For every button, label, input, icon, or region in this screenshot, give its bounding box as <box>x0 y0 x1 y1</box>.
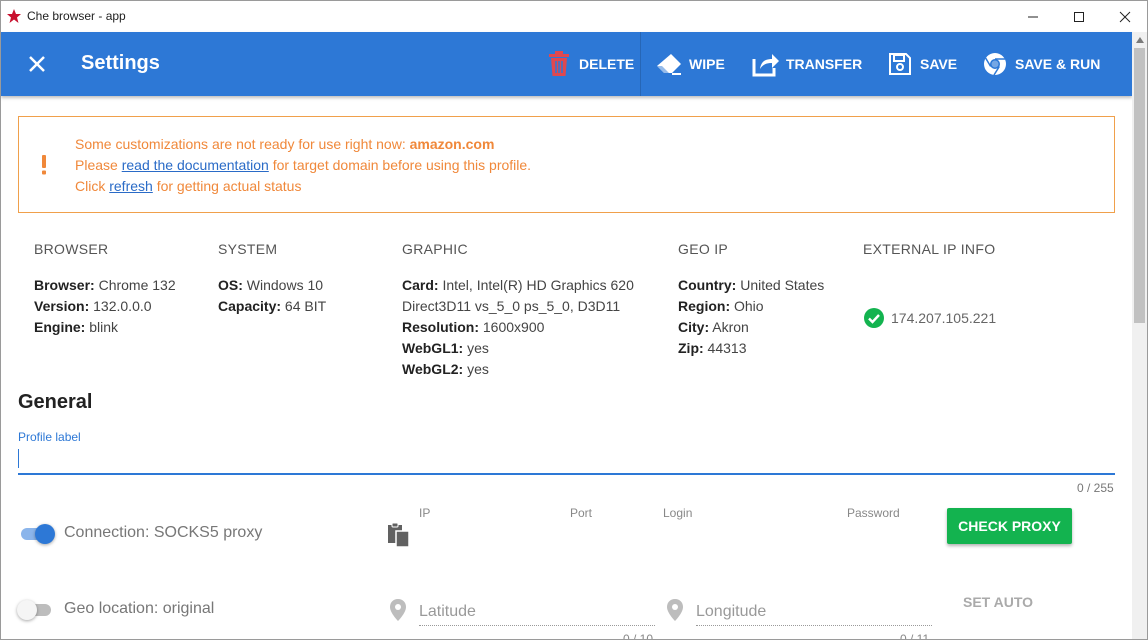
app-window: Che browser - app Settings DELETE WIPE T… <box>0 0 1148 640</box>
transfer-label: TRANSFER <box>786 56 863 72</box>
share-icon <box>752 50 780 78</box>
toggle-knob <box>35 524 55 544</box>
close-icon <box>29 56 45 72</box>
header-divider <box>640 32 641 96</box>
maximize-button[interactable] <box>1056 1 1102 32</box>
system-heading: SYSTEM <box>218 241 278 257</box>
window-close-button[interactable] <box>1102 1 1147 32</box>
info-row: OS: Windows 10 <box>218 277 324 293</box>
save-and-run-label: SAVE & RUN <box>1015 56 1101 72</box>
info-row: Card: Intel, Intel(R) HD Graphics 620 <box>402 277 634 293</box>
trash-icon <box>545 50 573 78</box>
documentation-link[interactable]: read the documentation <box>122 157 269 173</box>
graphic-heading: GRAPHIC <box>402 241 468 257</box>
info-row: City: Akron <box>678 319 749 335</box>
warning-domain: amazon.com <box>409 136 495 152</box>
proxy-port-label: Port <box>570 506 593 520</box>
longitude-counter: 0 / 11 <box>900 632 930 640</box>
browser-heading: BROWSER <box>34 241 109 257</box>
settings-header: Settings DELETE WIPE TRANSFER SAVE SAVE … <box>1 32 1132 96</box>
save-button[interactable]: SAVE <box>886 32 957 96</box>
chevron-up-icon <box>1135 36 1144 43</box>
text-cursor <box>18 449 19 468</box>
info-row: Capacity: 64 BIT <box>218 298 327 314</box>
save-label: SAVE <box>920 56 958 72</box>
transfer-button[interactable]: TRANSFER <box>752 32 862 96</box>
section-title-general: General <box>18 391 93 413</box>
info-row: WebGL1: yes <box>402 340 489 356</box>
proxy-password-label: Password <box>847 506 900 520</box>
eraser-icon <box>655 50 683 78</box>
title-bar: Che browser - app <box>1 1 1147 32</box>
location-pin-icon <box>390 599 406 621</box>
longitude-input[interactable] <box>696 599 932 626</box>
wipe-label: WIPE <box>689 56 725 72</box>
info-row: Zip: 44313 <box>678 340 747 356</box>
warning-line-3: Click refresh for getting actual status <box>75 178 302 194</box>
page-title: Settings <box>81 52 160 74</box>
delete-label: DELETE <box>579 56 635 72</box>
latitude-counter: 0 / 10 <box>623 632 654 640</box>
clipboard-paste-icon[interactable] <box>387 522 411 548</box>
profile-label-input[interactable] <box>18 445 1115 475</box>
check-circle-icon <box>864 308 884 328</box>
maximize-icon <box>1074 11 1084 22</box>
star-icon <box>7 9 21 23</box>
warning-line-1: Some customizations are not ready for us… <box>75 136 495 152</box>
info-row: Direct3D11 vs_5_0 ps_5_0, D3D11 <box>402 298 621 314</box>
info-row: Browser: Chrome 132 <box>34 277 176 293</box>
floppy-icon <box>886 50 914 78</box>
wipe-button[interactable]: WIPE <box>655 32 725 96</box>
external-ip: 174.207.105.221 <box>863 307 996 329</box>
info-row: Engine: blink <box>34 319 119 335</box>
toggle-knob <box>17 600 37 620</box>
info-row: Region: Ohio <box>678 298 764 314</box>
latitude-input[interactable] <box>419 599 655 626</box>
settings-close-button[interactable] <box>25 52 49 76</box>
geo-location-label: Geo location: original <box>64 600 215 617</box>
window-title: Che browser - app <box>27 9 126 23</box>
scroll-up-button[interactable] <box>1132 32 1147 47</box>
proxy-ip-label: IP <box>419 506 431 520</box>
close-icon <box>1119 11 1131 22</box>
graphic-info: GRAPHIC Card: Intel, Intel(R) HD Graphic… <box>402 241 634 380</box>
info-row: Country: United States <box>678 277 825 293</box>
delete-button[interactable]: DELETE <box>545 32 634 96</box>
exclamation-icon <box>42 155 46 175</box>
info-row: Resolution: 1600x900 <box>402 319 545 335</box>
vertical-scrollbar[interactable] <box>1132 32 1147 639</box>
connection-label: Connection: SOCKS5 proxy <box>64 524 263 541</box>
external-ip-heading: EXTERNAL IP INFO <box>863 241 996 257</box>
set-auto-button[interactable]: SET AUTO <box>963 594 1033 610</box>
connection-toggle[interactable] <box>19 523 55 544</box>
customization-warning: Some customizations are not ready for us… <box>18 116 1115 213</box>
geo-location-toggle[interactable] <box>17 599 53 620</box>
location-pin-icon <box>667 599 683 621</box>
save-and-run-button[interactable]: SAVE & RUN <box>981 32 1100 96</box>
geo-ip-heading: GEO IP <box>678 241 729 257</box>
scroll-thumb[interactable] <box>1134 48 1145 323</box>
geo-ip-info: GEO IP Country: United States Region: Oh… <box>678 241 824 359</box>
chrome-icon <box>981 50 1009 78</box>
check-proxy-button[interactable]: CHECK PROXY <box>947 508 1072 544</box>
minimize-button[interactable] <box>1010 1 1056 32</box>
external-ip-info: EXTERNAL IP INFO <box>863 241 995 275</box>
minimize-icon <box>1028 16 1038 17</box>
info-row: WebGL2: yes <box>402 361 489 377</box>
profile-label-caption: Profile label <box>18 430 81 444</box>
warning-line-2: Please read the documentation for target… <box>75 157 532 173</box>
info-row: Version: 132.0.0.0 <box>34 298 152 314</box>
proxy-login-label: Login <box>663 506 693 520</box>
browser-info: BROWSER Browser: Chrome 132 Version: 132… <box>34 241 176 338</box>
system-info: SYSTEM OS: Windows 10 Capacity: 64 BIT <box>218 241 326 317</box>
external-ip-value: 174.207.105.221 <box>891 310 997 326</box>
refresh-link[interactable]: refresh <box>109 178 153 194</box>
profile-label-counter: 0 / 255 <box>1077 481 1114 495</box>
